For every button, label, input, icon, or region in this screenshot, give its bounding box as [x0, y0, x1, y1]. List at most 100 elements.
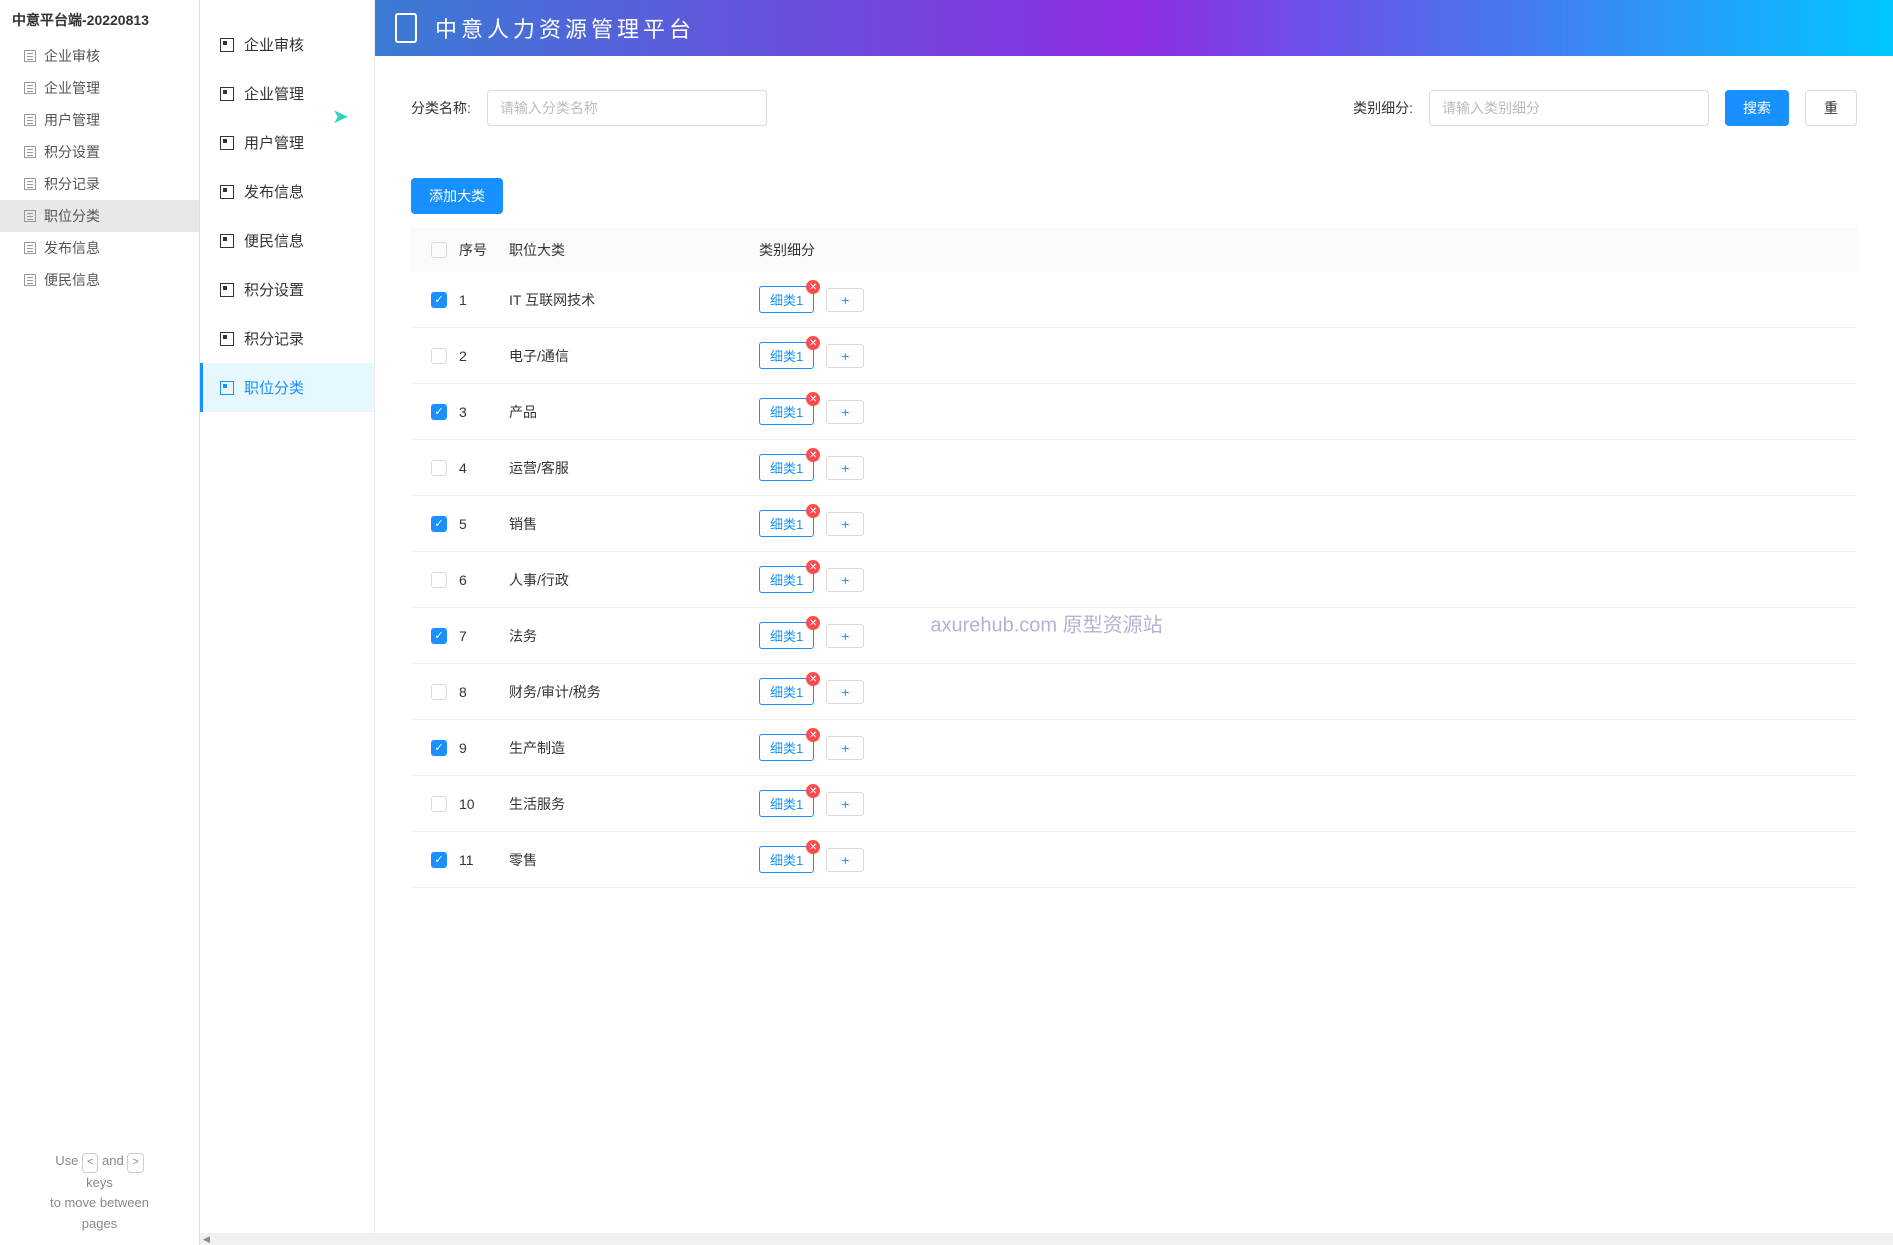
delete-tag-icon[interactable]: ✕ — [806, 336, 820, 350]
tree-item-3[interactable]: 积分设置 — [0, 136, 199, 168]
app-title: 中意人力资源管理平台 — [435, 12, 695, 44]
row-checkbox[interactable] — [431, 516, 447, 532]
module-icon — [220, 136, 234, 150]
row-category: 人事/行政 — [509, 570, 759, 590]
subnav-item-5[interactable]: 积分设置 — [200, 265, 374, 314]
delete-tag-icon[interactable]: ✕ — [806, 784, 820, 798]
add-subcat-button[interactable]: + — [826, 624, 864, 648]
add-subcat-button[interactable]: + — [826, 512, 864, 536]
tree-item-7[interactable]: 便民信息 — [0, 264, 199, 296]
tree-item-label: 企业审核 — [44, 46, 100, 66]
table-row: 7法务细类1✕+ — [411, 608, 1857, 664]
subnav-item-1[interactable]: 企业管理 — [200, 69, 374, 118]
delete-tag-icon[interactable]: ✕ — [806, 504, 820, 518]
delete-tag-icon[interactable]: ✕ — [806, 280, 820, 294]
doc-icon — [24, 146, 36, 158]
subnav: ➤ 企业审核企业管理用户管理发布信息便民信息积分设置积分记录职位分类 — [200, 0, 375, 1245]
th-index: 序号 — [459, 240, 509, 260]
module-icon — [220, 283, 234, 297]
row-checkbox[interactable] — [431, 572, 447, 588]
row-index: 2 — [459, 348, 509, 364]
horizontal-scrollbar[interactable]: ◀ — [200, 1233, 1893, 1245]
tree-item-2[interactable]: 用户管理 — [0, 104, 199, 136]
delete-tag-icon[interactable]: ✕ — [806, 616, 820, 630]
search-button[interactable]: 搜索 — [1725, 90, 1789, 126]
subcat-tag[interactable]: 细类1✕ — [759, 510, 814, 537]
page-tree-panel: 中意平台端-20220813 企业审核企业管理用户管理积分设置积分记录职位分类发… — [0, 0, 200, 1245]
table-row: 4运营/客服细类1✕+ — [411, 440, 1857, 496]
add-subcat-button[interactable]: + — [826, 344, 864, 368]
select-all-checkbox[interactable] — [431, 242, 447, 258]
delete-tag-icon[interactable]: ✕ — [806, 560, 820, 574]
row-checkbox[interactable] — [431, 460, 447, 476]
table-row: 11零售细类1✕+ — [411, 832, 1857, 888]
subcat-tag[interactable]: 细类1✕ — [759, 622, 814, 649]
subcat-tag[interactable]: 细类1✕ — [759, 398, 814, 425]
row-checkbox[interactable] — [431, 292, 447, 308]
tree-item-1[interactable]: 企业管理 — [0, 72, 199, 104]
table-row: 5销售细类1✕+ — [411, 496, 1857, 552]
reset-button[interactable]: 重 — [1805, 90, 1857, 126]
delete-tag-icon[interactable]: ✕ — [806, 392, 820, 406]
row-checkbox[interactable] — [431, 796, 447, 812]
delete-tag-icon[interactable]: ✕ — [806, 728, 820, 742]
subnav-item-3[interactable]: 发布信息 — [200, 167, 374, 216]
table-wrap: 添加大类 序号 职位大类 类别细分 1IT 互联网技术细类1✕+2电子/通信细类… — [391, 160, 1877, 1229]
subcat-tag[interactable]: 细类1✕ — [759, 790, 814, 817]
subnav-item-4[interactable]: 便民信息 — [200, 216, 374, 265]
add-subcat-button[interactable]: + — [826, 792, 864, 816]
subnav-item-0[interactable]: 企业审核 — [200, 20, 374, 69]
add-subcat-button[interactable]: + — [826, 568, 864, 592]
tree-item-4[interactable]: 积分记录 — [0, 168, 199, 200]
table-row: 9生产制造细类1✕+ — [411, 720, 1857, 776]
table-row: 2电子/通信细类1✕+ — [411, 328, 1857, 384]
tree-item-5[interactable]: 职位分类 — [0, 200, 199, 232]
tree-item-6[interactable]: 发布信息 — [0, 232, 199, 264]
subnav-item-7[interactable]: 职位分类 — [200, 363, 374, 412]
add-subcat-button[interactable]: + — [826, 456, 864, 480]
left-key-icon: < — [82, 1153, 98, 1173]
row-index: 10 — [459, 796, 509, 812]
search-input-sub[interactable] — [1429, 90, 1709, 126]
subcat-tag[interactable]: 细类1✕ — [759, 846, 814, 873]
row-checkbox[interactable] — [431, 852, 447, 868]
delete-tag-icon[interactable]: ✕ — [806, 448, 820, 462]
module-icon — [220, 87, 234, 101]
row-checkbox[interactable] — [431, 404, 447, 420]
row-subcats: 细类1✕ + — [759, 566, 1849, 593]
row-checkbox[interactable] — [431, 740, 447, 756]
row-checkbox[interactable] — [431, 628, 447, 644]
add-subcat-button[interactable]: + — [826, 736, 864, 760]
add-subcat-button[interactable]: + — [826, 400, 864, 424]
doc-icon — [24, 50, 36, 62]
search-label-sub: 类别细分: — [1353, 98, 1413, 118]
search-input-name[interactable] — [487, 90, 767, 126]
subcat-tag[interactable]: 细类1✕ — [759, 286, 814, 313]
subnav-item-6[interactable]: 积分记录 — [200, 314, 374, 363]
tree-item-0[interactable]: 企业审核 — [0, 40, 199, 72]
add-subcat-button[interactable]: + — [826, 288, 864, 312]
add-category-button[interactable]: 添加大类 — [411, 178, 503, 214]
row-subcats: 细类1✕ + — [759, 678, 1849, 705]
delete-tag-icon[interactable]: ✕ — [806, 672, 820, 686]
subcat-tag[interactable]: 细类1✕ — [759, 566, 814, 593]
table-row: 3产品细类1✕+ — [411, 384, 1857, 440]
row-category: 法务 — [509, 626, 759, 646]
row-category: 销售 — [509, 514, 759, 534]
subnav-label: 积分设置 — [244, 279, 304, 300]
delete-tag-icon[interactable]: ✕ — [806, 840, 820, 854]
module-icon — [220, 381, 234, 395]
subcat-tag[interactable]: 细类1✕ — [759, 342, 814, 369]
subcat-tag[interactable]: 细类1✕ — [759, 678, 814, 705]
subcat-tag[interactable]: 细类1✕ — [759, 454, 814, 481]
add-subcat-button[interactable]: + — [826, 680, 864, 704]
subcat-tag[interactable]: 细类1✕ — [759, 734, 814, 761]
row-checkbox[interactable] — [431, 348, 447, 364]
doc-icon — [24, 82, 36, 94]
row-checkbox[interactable] — [431, 684, 447, 700]
add-subcat-button[interactable]: + — [826, 848, 864, 872]
row-subcats: 细类1✕ + — [759, 342, 1849, 369]
subnav-item-2[interactable]: 用户管理 — [200, 118, 374, 167]
tree-title: 中意平台端-20220813 — [0, 0, 199, 40]
table-row: 8财务/审计/税务细类1✕+ — [411, 664, 1857, 720]
